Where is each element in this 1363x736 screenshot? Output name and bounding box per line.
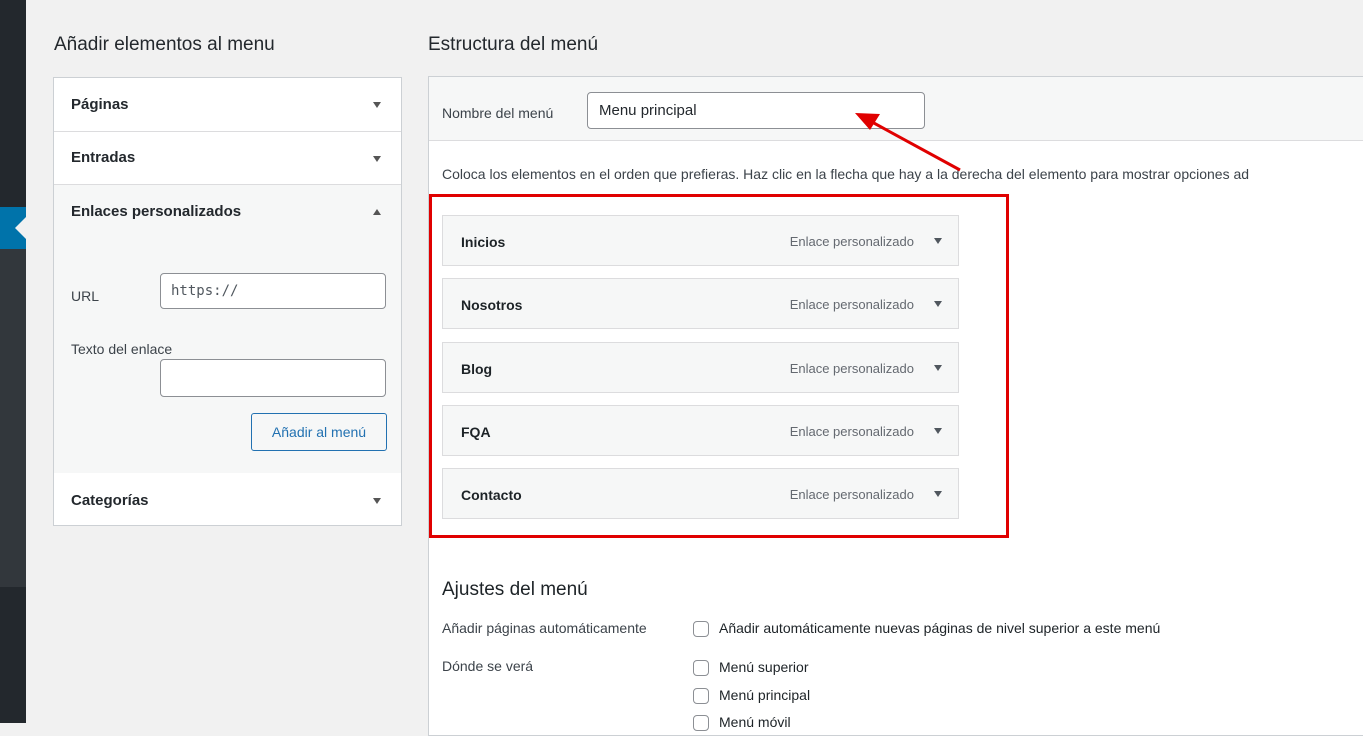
triangle-down-icon[interactable] [934,238,942,244]
triangle-down-icon[interactable] [934,428,942,434]
triangle-down-icon[interactable] [373,102,381,108]
accordion-pages[interactable]: Páginas [54,78,401,132]
menu-item[interactable]: Nosotros Enlace personalizado [442,278,959,329]
menu-item[interactable]: Contacto Enlace personalizado [442,468,959,519]
triangle-down-icon[interactable] [373,156,381,162]
location-option-label[interactable]: Menú superior [719,659,809,675]
accordion-custom-links-title: Enlaces personalizados [71,203,242,220]
menu-item-type: Enlace personalizado [789,361,914,376]
menu-item-type: Enlace personalizado [789,234,914,249]
add-items-heading: Añadir elementos al menu [54,34,275,55]
accordion-custom-links-header[interactable]: Enlaces personalizados [54,185,401,240]
menu-structure-heading: Estructura del menú [428,34,599,55]
location-checkbox[interactable] [693,715,709,731]
accordion-pages-title: Páginas [71,96,129,113]
location-checkbox[interactable] [693,688,709,704]
menu-structure-panel: Nombre del menú Menu principal Coloca lo… [428,76,1363,736]
menu-item[interactable]: FQA Enlace personalizado [442,405,959,456]
location-checkbox[interactable] [693,660,709,676]
triangle-down-icon[interactable] [934,301,942,307]
auto-add-label: Añadir páginas automáticamente [442,620,647,636]
url-input[interactable]: https:// [160,273,386,309]
location-option-label[interactable]: Menú principal [719,687,810,703]
menu-item-title: Blog [461,361,493,377]
link-text-label: Texto del enlace [71,341,173,357]
admin-sidebar [0,0,26,723]
link-text-input[interactable] [160,359,386,397]
location-option-label[interactable]: Menú móvil [719,714,791,730]
add-items-accordion: Páginas Entradas Enlaces personalizados … [53,77,402,526]
menu-name-label: Nombre del menú [442,105,554,121]
menu-item-type: Enlace personalizado [789,424,914,439]
menu-instructions: Coloca los elementos en el orden que pre… [442,166,1250,182]
menu-name-input[interactable]: Menu principal [587,92,925,129]
menu-name-bar: Nombre del menú Menu principal [429,77,1363,141]
menu-item-type: Enlace personalizado [789,487,914,502]
location-label: Dónde se verá [442,658,534,674]
accordion-categories[interactable]: Categorías [54,473,401,525]
url-label: URL [71,288,100,304]
menu-item-title: Nosotros [461,297,523,313]
menu-item-title: Inicios [461,234,506,250]
menu-settings-heading: Ajustes del menú [442,579,588,600]
triangle-up-icon[interactable] [373,209,381,215]
menu-item-title: Contacto [461,487,522,503]
accordion-posts-title: Entradas [71,149,136,166]
triangle-down-icon[interactable] [934,491,942,497]
triangle-down-icon[interactable] [934,365,942,371]
sidebar-active-arrow-icon [15,217,26,239]
sidebar-submenu [0,249,26,587]
accordion-posts[interactable]: Entradas [54,132,401,185]
auto-add-checkbox[interactable] [693,621,709,637]
auto-add-option-label[interactable]: Añadir automáticamente nuevas páginas de… [719,620,1160,636]
add-to-menu-button[interactable]: Añadir al menú [251,413,387,451]
menu-item-type: Enlace personalizado [789,297,914,312]
menu-item[interactable]: Inicios Enlace personalizado [442,215,959,266]
menu-item-title: FQA [461,424,491,440]
triangle-down-icon[interactable] [373,498,381,504]
accordion-categories-title: Categorías [71,492,149,509]
menu-item[interactable]: Blog Enlace personalizado [442,342,959,393]
